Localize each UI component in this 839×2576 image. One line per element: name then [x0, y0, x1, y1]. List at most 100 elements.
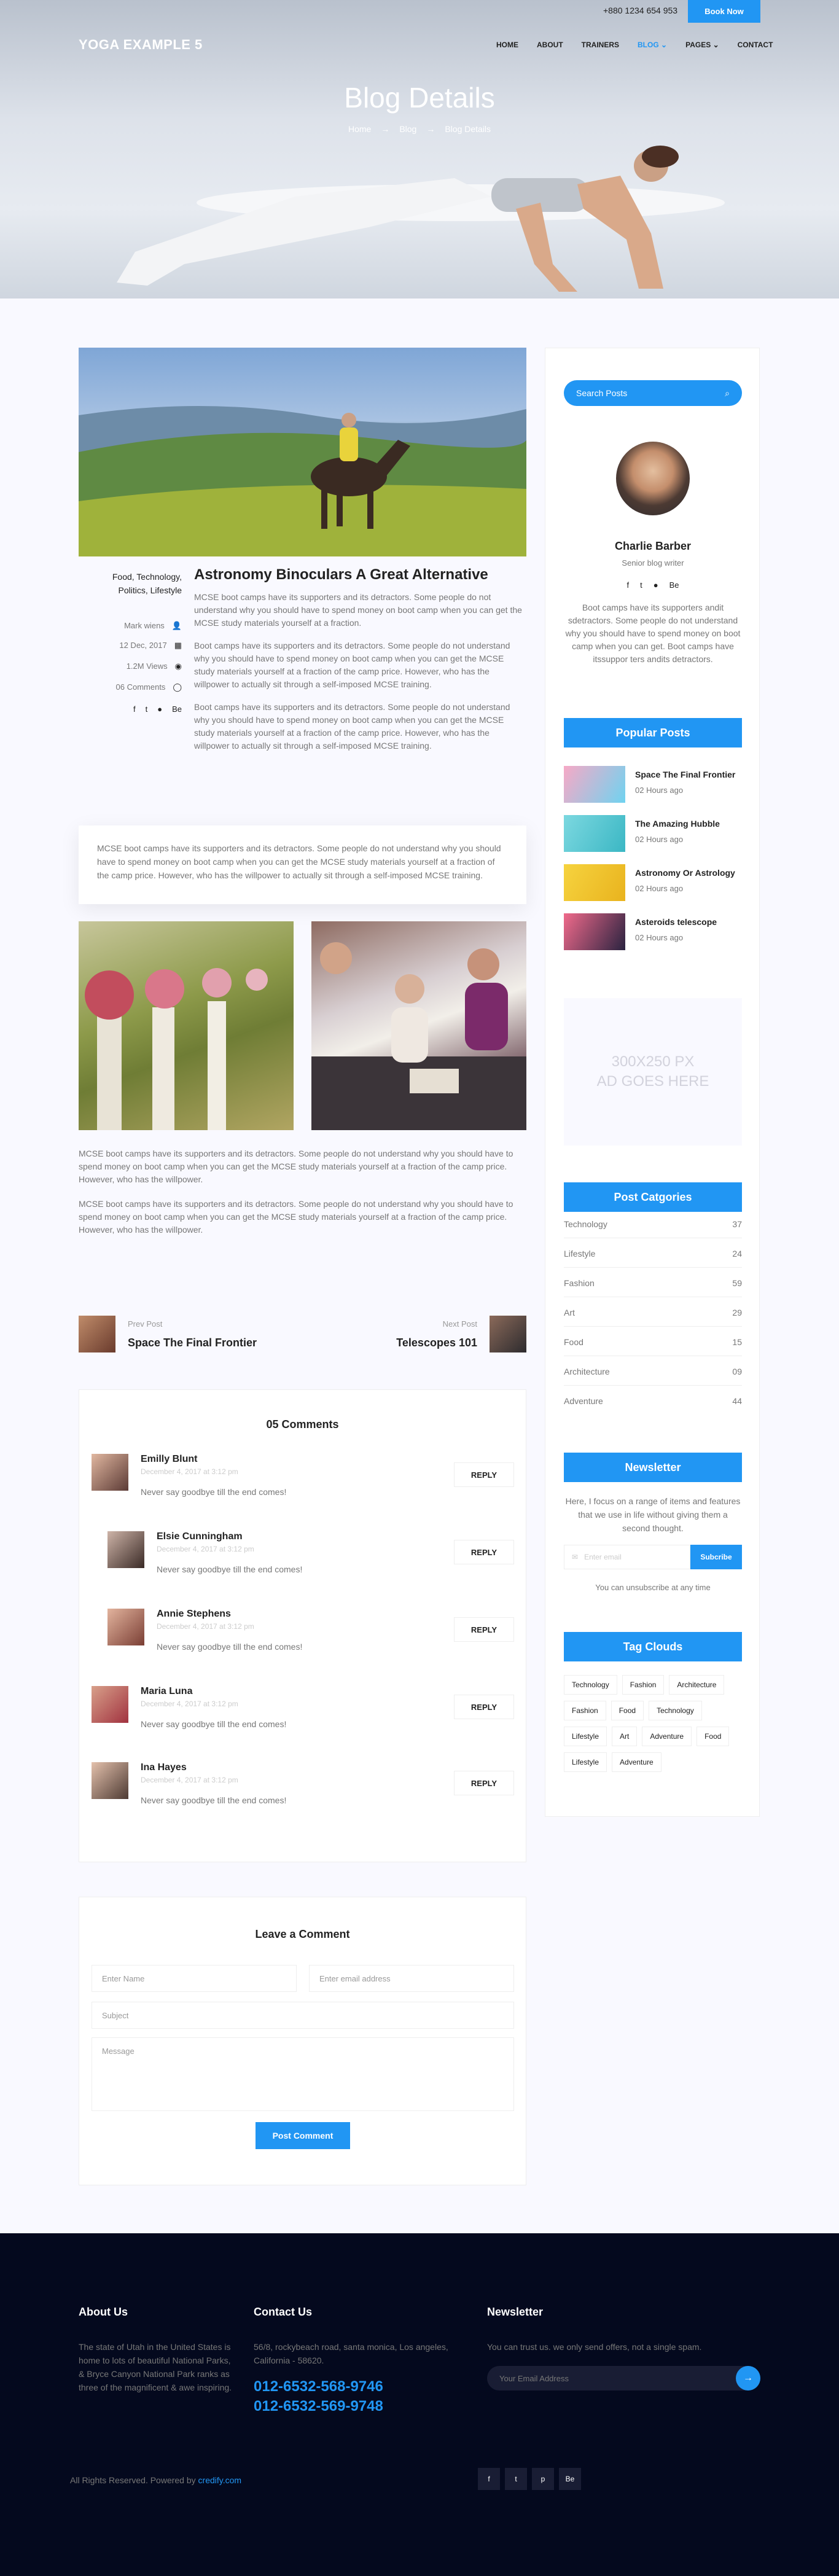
post-paragraph: Boot camps have its supporters and its d… [194, 641, 510, 689]
facebook-icon[interactable]: f [478, 2468, 500, 2490]
envelope-icon: ✉ [572, 1553, 579, 1561]
post-comment-button[interactable]: Post Comment [256, 2122, 350, 2149]
nav-blog[interactable]: BLOG ⌄ [638, 41, 667, 49]
comment-author: Emilly Blunt [141, 1454, 198, 1464]
author-avatar [616, 442, 690, 515]
tag[interactable]: Technology [564, 1675, 617, 1695]
footer-phone-1[interactable]: 012-6532-568-9746 [254, 2378, 383, 2395]
message-textarea[interactable]: Message [92, 2037, 514, 2111]
facebook-icon[interactable]: f [133, 703, 136, 716]
subject-input[interactable]: Subject [92, 2002, 514, 2029]
tag[interactable]: Lifestyle [564, 1752, 607, 1772]
dribbble-icon[interactable]: p [532, 2468, 554, 2490]
search-icon[interactable]: ⌕ [725, 388, 730, 399]
tag[interactable]: Adventure [642, 1727, 692, 1746]
tag[interactable]: Fashion [564, 1701, 606, 1720]
book-now-button[interactable]: Book Now [688, 0, 760, 23]
nav-about[interactable]: ABOUT [537, 41, 563, 49]
nav-trainers[interactable]: TRAINERS [582, 41, 619, 49]
tag[interactable]: Fashion [622, 1675, 665, 1695]
comment-text: Never say goodbye till the end comes! [141, 1719, 287, 1729]
popular-post-item[interactable]: The Amazing Hubble 02 Hours ago [564, 815, 720, 852]
behance-icon[interactable]: Be [559, 2468, 581, 2490]
tag[interactable]: Adventure [612, 1752, 661, 1772]
email-input[interactable]: Enter email address [309, 1965, 514, 1992]
category-item[interactable]: Technology 37 [564, 1219, 742, 1238]
author-role: Senior blog writer [622, 558, 684, 568]
logo[interactable]: YOGA EXAMPLE 5 [79, 37, 203, 53]
footer-newsletter-heading: Newsletter [487, 2306, 544, 2318]
reply-button[interactable]: REPLY [454, 1540, 514, 1564]
twitter-icon[interactable]: t [146, 703, 148, 716]
reply-button[interactable]: REPLY [454, 1771, 514, 1795]
footer-newsletter-text: You can trust us. we only send offers, n… [487, 2342, 702, 2352]
categories-heading: Post Catgories [564, 1182, 742, 1212]
category-item[interactable]: Fashion 59 [564, 1278, 742, 1297]
reply-button[interactable]: REPLY [454, 1462, 514, 1487]
twitter-icon[interactable]: t [505, 2468, 527, 2490]
popular-post-item[interactable]: Space The Final Frontier 02 Hours ago [564, 766, 735, 803]
author-name: Charlie Barber [614, 540, 692, 552]
subscribe-button[interactable]: Subcribe [690, 1545, 742, 1569]
behance-icon[interactable]: Be [172, 703, 182, 716]
yoga-woman-image [117, 146, 725, 292]
newsletter-text: Here, I focus on a range of items and fe… [565, 1496, 741, 1533]
category-item[interactable]: Food 15 [564, 1337, 742, 1356]
comments-heading: 05 Comments [266, 1418, 339, 1430]
crumb-home[interactable]: Home [348, 124, 371, 134]
comments-section: 05 Comments Emilly Blunt December 4, 201… [79, 1389, 526, 1862]
next-post-thumbnail[interactable] [490, 1316, 526, 1352]
author-bio: Boot camps have its supporters andit sde… [565, 603, 741, 664]
name-input[interactable]: Enter Name [92, 1965, 297, 1992]
prev-post-link[interactable]: Space The Final Frontier [128, 1337, 257, 1349]
crumb-current: Blog Details [445, 124, 491, 134]
reply-button[interactable]: REPLY [454, 1695, 514, 1719]
next-post-link[interactable]: Telescopes 101 [396, 1337, 477, 1349]
footer-phone-2[interactable]: 012-6532-569-9748 [254, 2398, 383, 2415]
category-item[interactable]: Lifestyle 24 [564, 1249, 742, 1268]
tag[interactable]: Food [611, 1701, 644, 1720]
facebook-icon[interactable]: f [626, 580, 629, 590]
reply-button[interactable]: REPLY [454, 1617, 514, 1642]
avatar [92, 1454, 128, 1491]
post-categories[interactable]: Food, Technology, Politics, Lifestyle [96, 570, 182, 597]
newsletter-form: ✉ Enter email Subcribe [564, 1545, 742, 1569]
github-icon[interactable]: ● [157, 703, 162, 716]
nav-home[interactable]: HOME [496, 41, 518, 49]
comment-text: Never say goodbye till the end comes! [157, 1564, 303, 1574]
tag[interactable]: Technology [649, 1701, 702, 1720]
comment-text: Never say goodbye till the end comes! [141, 1795, 287, 1805]
ad-placeholder[interactable]: 300X250 PX AD GOES HERE [564, 998, 742, 1146]
comment-author: Maria Luna [141, 1686, 193, 1696]
tag[interactable]: Food [697, 1727, 730, 1746]
popular-post-item[interactable]: Asteroids telescope 02 Hours ago [564, 913, 717, 950]
credify-link[interactable]: credify.com [198, 2475, 242, 2485]
next-post-label: Next Post [442, 1319, 477, 1329]
twitter-icon[interactable]: t [640, 580, 642, 590]
post-share-icons: f t ● Be [133, 703, 182, 716]
post-navigation: Prev Post Space The Final Frontier Next … [79, 1316, 526, 1359]
avatar [92, 1686, 128, 1723]
nav-pages[interactable]: PAGES ⌄ [685, 41, 719, 49]
category-item[interactable]: Architecture 09 [564, 1367, 742, 1386]
comment-form: Leave a Comment Enter Name Enter email a… [79, 1897, 526, 2185]
post-thumbnail [564, 864, 625, 901]
tag[interactable]: Architecture [669, 1675, 725, 1695]
prev-post-thumbnail[interactable] [79, 1316, 115, 1352]
post-paragraph: Boot camps have its supporters and its d… [194, 702, 510, 751]
footer-email-input[interactable]: Your Email Address → [487, 2366, 760, 2391]
category-item[interactable]: Art 29 [564, 1308, 742, 1327]
github-icon[interactable]: ● [654, 580, 658, 590]
tag[interactable]: Art [612, 1727, 638, 1746]
popular-post-item[interactable]: Astronomy Or Astrology 02 Hours ago [564, 864, 735, 901]
sidebar: Search Posts ⌕ Charlie Barber Senior blo… [545, 348, 760, 1817]
arrow-right-icon[interactable]: → [736, 2366, 760, 2391]
behance-icon[interactable]: Be [669, 580, 679, 590]
search-input[interactable]: Search Posts ⌕ [564, 380, 742, 406]
breadcrumb: Home → Blog → Blog Details [0, 124, 839, 134]
newsletter-email-input[interactable]: ✉ Enter email [564, 1545, 690, 1569]
crumb-blog[interactable]: Blog [399, 124, 416, 134]
category-item[interactable]: Adventure 44 [564, 1396, 742, 1415]
tag[interactable]: Lifestyle [564, 1727, 607, 1746]
nav-contact[interactable]: CONTACT [738, 41, 773, 49]
